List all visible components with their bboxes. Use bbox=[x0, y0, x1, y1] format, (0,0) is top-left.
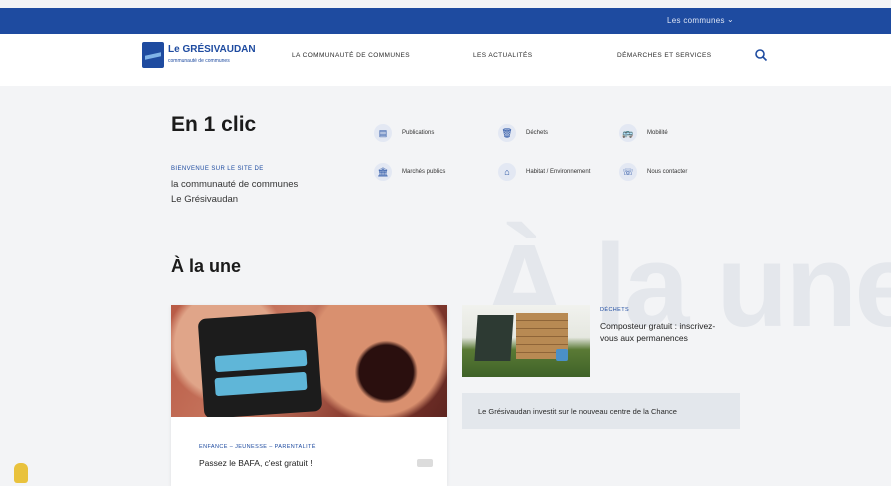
document-icon: ▤ bbox=[374, 124, 392, 142]
bus-icon: 🚌 bbox=[619, 124, 637, 142]
accessibility-icon[interactable] bbox=[14, 463, 28, 483]
news-title[interactable]: Passez le BAFA, c'est gratuit ! bbox=[199, 458, 313, 468]
welcome-kicker: BIENVENUE SUR LE SITE DE bbox=[171, 166, 264, 172]
quick-link-label: Marchés publics bbox=[402, 169, 446, 175]
news-image-bafa bbox=[171, 305, 447, 417]
news-image-composteur[interactable] bbox=[462, 305, 590, 377]
quick-link-publications[interactable]: ▤ Publications bbox=[374, 124, 434, 142]
home-icon: ⌂ bbox=[498, 163, 516, 181]
contact-icon: ☏ bbox=[619, 163, 637, 181]
nav-actualites[interactable]: LES ACTUALITÉS bbox=[473, 52, 532, 59]
site-header: Le GRÉSIVAUDAN communauté de communes LA… bbox=[0, 34, 891, 86]
news-card-bafa[interactable]: ENFANCE – JEUNESSE – PARENTALITÉ Passez … bbox=[171, 305, 447, 486]
quick-link-label: Nous contacter bbox=[647, 169, 688, 175]
search-icon[interactable] bbox=[754, 48, 768, 62]
news-category: DÉCHETS bbox=[600, 307, 630, 313]
news-card-chance[interactable]: Le Grésivaudan investit sur le nouveau c… bbox=[462, 393, 740, 429]
nav-communaute[interactable]: LA COMMUNAUTÉ DE COMMUNES bbox=[292, 52, 410, 59]
building-icon: 🏛 bbox=[374, 163, 392, 181]
news-title[interactable]: Composteur gratuit : inscrivez-vous aux … bbox=[600, 320, 730, 344]
quick-link-contact[interactable]: ☏ Nous contacter bbox=[619, 163, 687, 181]
compost-bin-graphic bbox=[474, 315, 514, 361]
trash-icon: 🗑 bbox=[498, 124, 516, 142]
nav-demarches[interactable]: DÉMARCHES ET SERVICES bbox=[617, 52, 712, 59]
quick-link-label: Déchets bbox=[526, 130, 549, 136]
communes-menu[interactable]: Les communes bbox=[667, 16, 725, 25]
quick-link-marches[interactable]: 🏛 Marchés publics bbox=[374, 163, 445, 181]
une-heading: À la une bbox=[171, 256, 242, 276]
site-logo[interactable]: Le GRÉSIVAUDAN communauté de communes bbox=[142, 42, 256, 70]
quick-link-label: Publications bbox=[402, 130, 435, 136]
welcome-description: la communauté de communes Le Grésivaudan bbox=[171, 179, 299, 205]
scroll-handle[interactable] bbox=[417, 459, 433, 467]
clic-heading: En 1 clic bbox=[171, 113, 257, 136]
news-category: ENFANCE – JEUNESSE – PARENTALITÉ bbox=[199, 444, 316, 450]
logo-name: Le GRÉSIVAUDAN bbox=[168, 44, 256, 55]
news-title[interactable]: Le Grésivaudan investit sur le nouveau c… bbox=[478, 407, 677, 416]
quick-link-label: Mobilité bbox=[647, 130, 668, 136]
logo-subtitle: communauté de communes bbox=[168, 58, 230, 64]
chevron-down-icon[interactable]: ⌄ bbox=[727, 15, 734, 24]
quick-link-habitat[interactable]: ⌂ Habitat / Environnement bbox=[498, 163, 590, 181]
bucket-graphic bbox=[556, 349, 568, 361]
logo-mark-icon bbox=[142, 42, 164, 68]
quick-link-mobilite[interactable]: 🚌 Mobilité bbox=[619, 124, 668, 142]
quick-link-dechets[interactable]: 🗑 Déchets bbox=[498, 124, 548, 142]
quick-link-label: Habitat / Environnement bbox=[526, 169, 591, 175]
top-bar: Les communes ⌄ bbox=[0, 8, 891, 34]
